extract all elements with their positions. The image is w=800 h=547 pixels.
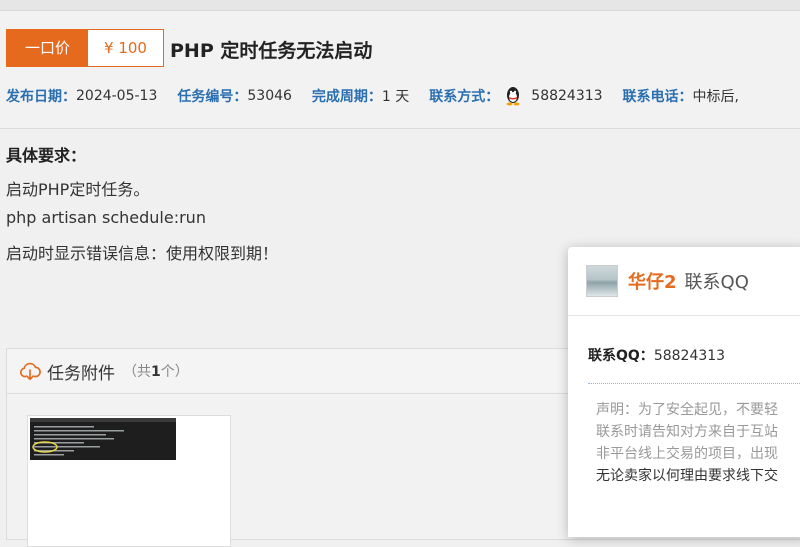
task-meta: 发布日期： 2024-05-13 任务编号： 53046 完成周期： 1 天 联… bbox=[6, 86, 759, 106]
meta-label: 完成周期： bbox=[311, 89, 382, 105]
popup-subtitle: 联系QQ bbox=[684, 272, 749, 293]
requirements-title: 具体要求： bbox=[6, 146, 87, 165]
meta-value: 1 天 bbox=[381, 89, 410, 105]
meta-publish-date: 发布日期： 2024-05-13 bbox=[6, 86, 157, 106]
requirement-line: 启动PHP定时任务。 bbox=[6, 180, 150, 199]
notice-line: 无论卖家以何理由要求线下交 bbox=[596, 468, 778, 484]
notice-line: 声明：为了安全起见，不要轻 bbox=[596, 402, 778, 418]
requirement-line: php artisan schedule:run bbox=[6, 208, 206, 227]
notice-line: 非平台线上交易的项目，出现 bbox=[596, 446, 778, 462]
popup-header: 华仔2 联系QQ bbox=[568, 247, 800, 316]
popup-qq-label: 联系QQ： bbox=[588, 348, 654, 364]
divider bbox=[588, 383, 800, 384]
meta-contact[interactable]: 联系方式： 58824313 bbox=[429, 86, 603, 106]
attachments-count: （共1个） bbox=[123, 364, 189, 380]
meta-value: 58824313 bbox=[531, 88, 603, 104]
price-type: 一口价 bbox=[7, 30, 89, 66]
popup-user-name: 华仔2 bbox=[628, 272, 677, 293]
meta-task-id: 任务编号： 53046 bbox=[177, 86, 292, 106]
qq-penguin-icon[interactable] bbox=[503, 86, 523, 106]
attachment-thumbnail[interactable] bbox=[27, 415, 231, 547]
meta-label: 联系方式： bbox=[429, 89, 500, 105]
meta-label: 任务编号： bbox=[177, 89, 248, 105]
top-bar bbox=[0, 0, 800, 11]
avatar bbox=[586, 265, 618, 297]
popup-qq-value[interactable]: 58824313 bbox=[654, 348, 725, 364]
price-amount: ¥ 100 bbox=[88, 30, 163, 66]
notice-line: 联系时请告知对方来自于互站 bbox=[596, 424, 778, 440]
popup-qq-row: 联系QQ：58824313 bbox=[588, 345, 725, 365]
meta-label: 联系电话： bbox=[622, 89, 693, 105]
meta-value: 2024-05-13 bbox=[76, 88, 158, 104]
task-title: PHP 定时任务无法启动 bbox=[170, 40, 373, 62]
meta-period: 完成周期： 1 天 bbox=[312, 86, 409, 106]
popup-notice: 声明：为了安全起见，不要轻 联系时请告知对方来自于互站 非平台线上交易的项目，出… bbox=[596, 399, 800, 487]
terminal-screenshot-image bbox=[30, 418, 176, 460]
attachments-title: 任务附件 bbox=[47, 363, 115, 384]
meta-value: 53046 bbox=[247, 88, 292, 104]
meta-value: 中标后, bbox=[692, 89, 739, 105]
meta-phone: 联系电话： 中标后, bbox=[623, 86, 739, 106]
cloud-download-icon bbox=[20, 362, 41, 381]
meta-label: 发布日期： bbox=[6, 89, 76, 105]
qq-contact-popup: 华仔2 联系QQ 联系QQ：58824313 声明：为了安全起见，不要轻 联系时… bbox=[568, 247, 800, 537]
requirement-line: 启动时显示错误信息：使用权限到期！ bbox=[6, 244, 279, 263]
price-tag: 一口价 ¥ 100 bbox=[6, 29, 164, 67]
